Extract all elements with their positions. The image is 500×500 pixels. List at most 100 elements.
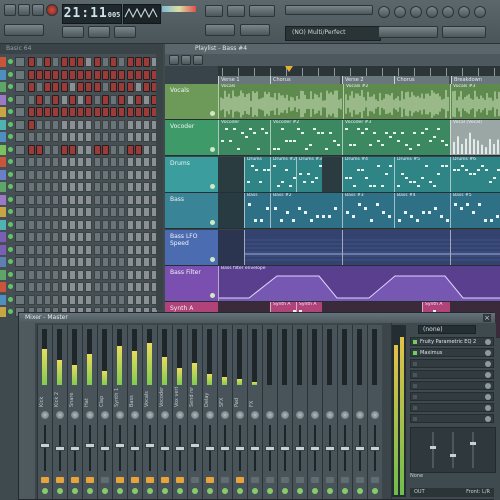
step-pad[interactable] [44,132,51,142]
pan-knob[interactable] [56,411,64,419]
step-pad[interactable] [127,94,134,105]
fx-mix-knob[interactable] [485,361,491,367]
step-pad[interactable] [36,207,43,217]
step-pad[interactable] [28,132,35,142]
channel-active-led[interactable] [8,221,13,227]
mute-switch[interactable] [327,488,333,494]
step-pad[interactable] [28,269,35,280]
step-pad[interactable] [36,107,43,117]
volume-fader[interactable] [355,446,365,451]
step-pad[interactable] [77,282,84,292]
step-pad[interactable] [44,269,51,280]
channel-row[interactable] [0,119,163,131]
pan-knob[interactable] [101,411,109,419]
mute-switch[interactable] [177,488,183,494]
step-pad[interactable] [118,219,125,230]
step-pad[interactable] [102,94,109,105]
step-pad[interactable] [94,232,101,242]
step-pad[interactable] [77,294,84,305]
track-lane[interactable]: Vocoder Vocoder #2 Vocoder #3 Vocal (Vocal) [218,120,500,157]
volume-fader[interactable] [340,446,350,451]
step-pad[interactable] [77,94,84,105]
step-pad[interactable] [36,269,43,280]
step-pad[interactable] [127,194,134,205]
step-pad[interactable] [61,269,68,280]
step-pad[interactable] [52,94,59,105]
stop-button[interactable] [32,4,44,16]
draw-tool-icon[interactable] [169,55,179,65]
channel-row[interactable] [0,281,163,293]
step-pad[interactable] [69,157,76,167]
step-pad[interactable] [44,57,51,67]
step-pad[interactable] [135,244,142,255]
paint-tool-icon[interactable] [181,55,191,65]
mixer-strip[interactable]: Vocoder [157,325,172,499]
step-pad[interactable] [85,294,92,305]
arm-record-button[interactable] [356,477,364,483]
channel-name-button[interactable] [15,232,25,242]
channel-name-button[interactable] [15,257,25,267]
channel-row[interactable] [0,131,163,143]
step-pad[interactable] [28,182,35,192]
step-pad[interactable] [135,82,142,92]
section-marker[interactable]: Chorus [270,76,340,84]
clip[interactable]: Drums #2 [270,156,296,192]
mixer-strip[interactable]: Kick [37,325,52,499]
step-pad[interactable] [69,94,76,105]
step-pad[interactable] [28,232,35,242]
arm-record-button[interactable] [101,477,109,483]
fx-mix-knob[interactable] [485,383,491,389]
step-pad[interactable] [118,94,125,105]
volume-fader[interactable] [295,446,305,451]
mute-switch[interactable] [192,488,198,494]
step-pad[interactable] [36,244,43,255]
step-pad[interactable] [28,244,35,255]
track-header[interactable]: Vocoder [165,120,218,157]
channel-row[interactable] [0,69,163,81]
step-pad[interactable] [102,169,109,180]
step-pad[interactable] [61,257,68,267]
mixer-strip[interactable]: Vox verb [172,325,187,499]
step-pad[interactable] [52,294,59,305]
step-pad[interactable] [135,232,142,242]
step-pad[interactable] [102,194,109,205]
step-pad[interactable] [118,207,125,217]
mixer-strip[interactable]: SFX [217,325,232,499]
step-pad[interactable] [28,194,35,205]
volume-fader[interactable] [145,443,155,448]
pan-knob[interactable] [206,411,214,419]
plugin-icon[interactable] [458,6,470,18]
step-pad[interactable] [69,207,76,217]
mute-switch[interactable] [372,488,378,494]
step-pad[interactable] [127,82,134,92]
step-pad[interactable] [110,207,117,217]
master-volume-slider[interactable] [205,24,235,36]
clip[interactable]: Vocoder #3 [342,120,450,156]
mixer-strip[interactable]: Kick 2 [52,325,67,499]
step-pad[interactable] [127,207,134,217]
step-pad[interactable] [69,107,76,117]
volume-fader[interactable] [70,446,80,451]
step-pad[interactable] [94,294,101,305]
step-pad[interactable] [102,69,109,80]
step-pad[interactable] [118,257,125,267]
step-pad[interactable] [85,119,92,130]
step-pad[interactable] [36,57,43,67]
track-mute-icon[interactable] [210,220,215,226]
track-header[interactable]: Bass LFO Speed [165,229,218,266]
step-pad[interactable] [52,157,59,167]
step-pad[interactable] [85,144,92,155]
channel-name-button[interactable] [15,207,25,217]
step-pad[interactable] [94,144,101,155]
step-pad[interactable] [143,144,150,155]
step-pad[interactable] [110,132,117,142]
channel-active-led[interactable] [8,284,13,289]
arm-record-button[interactable] [221,477,229,483]
pan-knob[interactable] [251,411,259,419]
arm-record-button[interactable] [116,477,124,483]
step-pad[interactable] [102,244,109,255]
arm-record-button[interactable] [71,477,79,483]
step-pad[interactable] [44,207,51,217]
step-pad[interactable] [110,82,117,92]
mixer-strip[interactable] [277,325,292,499]
